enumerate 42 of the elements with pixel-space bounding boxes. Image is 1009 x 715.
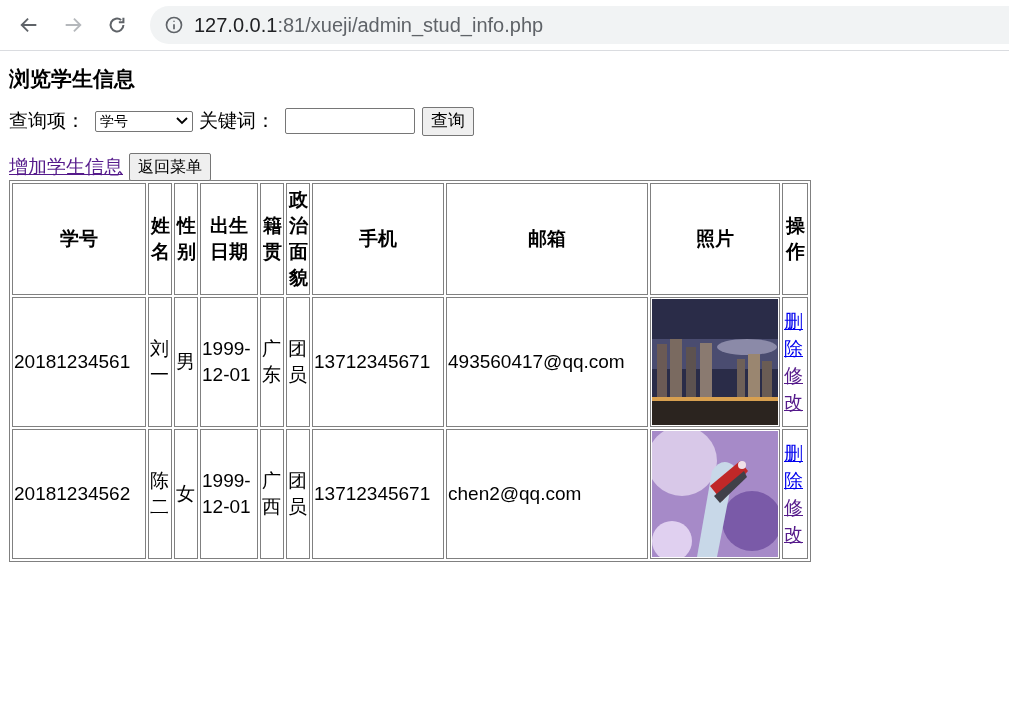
back-to-menu-button[interactable]: 返回菜单 (129, 153, 211, 181)
page-title: 浏览学生信息 (9, 66, 136, 92)
column-header: 手机 (312, 183, 444, 295)
table-cell: 1999-12-01 (200, 429, 258, 559)
action-link[interactable]: 删除 (784, 308, 806, 362)
url-text: 127.0.0.1:81/xueji/admin_stud_info.php (194, 13, 544, 39)
table-cell: 团员 (286, 297, 310, 427)
column-header: 操作 (782, 183, 808, 295)
column-header: 政治面貌 (286, 183, 310, 295)
column-header: 性别 (174, 183, 198, 295)
table-cell: 女 (174, 429, 198, 559)
table-cell: 男 (174, 297, 198, 427)
query-label: 查询项： (9, 108, 85, 133)
table-cell: 20181234562 (12, 429, 146, 559)
query-select[interactable]: 学号 (95, 110, 193, 132)
column-header: 照片 (650, 183, 780, 295)
column-header: 籍贯 (260, 183, 284, 295)
table-cell: 刘一 (148, 297, 172, 427)
column-header: 姓名 (148, 183, 172, 295)
action-link[interactable]: 修改 (784, 362, 806, 416)
table-cell: 493560417@qq.com (446, 297, 648, 427)
action-link[interactable]: 删除 (784, 440, 806, 494)
column-header: 邮箱 (446, 183, 648, 295)
table-cell: 13712345671 (312, 429, 444, 559)
table-cell: 团员 (286, 429, 310, 559)
address-bar[interactable]: 127.0.0.1:81/xueji/admin_stud_info.php (150, 6, 1009, 44)
info-icon[interactable] (164, 15, 184, 35)
table-cell: 1999-12-01 (200, 297, 258, 427)
add-student-link[interactable]: 增加学生信息 (9, 152, 123, 182)
action-link[interactable]: 修改 (784, 494, 806, 548)
column-header: 出生日期 (200, 183, 258, 295)
table-cell: 广东 (260, 297, 284, 427)
table-cell: 20181234561 (12, 297, 146, 427)
column-header: 学号 (12, 183, 146, 295)
search-button[interactable]: 查询 (422, 106, 474, 136)
keyword-field[interactable] (285, 108, 415, 134)
keyword-label: 关键词： (199, 108, 275, 133)
table-cell: 陈二 (148, 429, 172, 559)
table-cell: 13712345671 (312, 297, 444, 427)
table-cell: 广西 (260, 429, 284, 559)
chevron-icon (176, 117, 188, 125)
table-cell: chen2@qq.com (446, 429, 648, 559)
